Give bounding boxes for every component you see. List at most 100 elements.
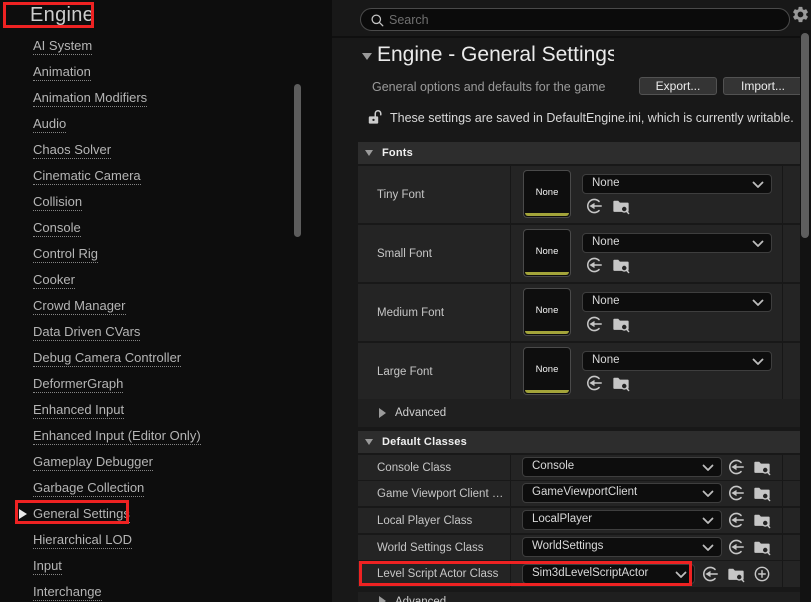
setting-label: Small Font [377, 248, 432, 260]
browse-to-asset-icon[interactable] [753, 458, 771, 476]
class-dropdown[interactable]: WorldSettings [522, 537, 722, 557]
use-selected-asset-icon[interactable] [585, 256, 603, 274]
sidebar-item-enhanced-input[interactable]: Enhanced Input [0, 397, 292, 423]
use-selected-asset-icon[interactable] [701, 565, 719, 583]
class-dropdown[interactable]: Sim3dLevelScriptActor [522, 564, 695, 584]
browse-to-asset-icon[interactable] [753, 511, 771, 529]
collapse-title-icon[interactable] [362, 53, 372, 60]
sidebar-item-crowd-manager[interactable]: Crowd Manager [0, 293, 292, 319]
chevron-down-icon [752, 358, 764, 366]
section-header-default-classes[interactable]: Default Classes [358, 431, 800, 453]
chevron-down-icon [702, 517, 714, 525]
browse-to-asset-icon[interactable] [612, 374, 630, 392]
asset-type-color-bar [525, 272, 569, 275]
setting-label: Console Class [377, 462, 451, 474]
use-selected-asset-icon[interactable] [585, 197, 603, 215]
browse-to-asset-icon[interactable] [612, 256, 630, 274]
use-selected-asset-icon[interactable] [727, 511, 745, 529]
sidebar-item-interchange[interactable]: Interchange [0, 579, 292, 602]
chevron-down-icon [702, 490, 714, 498]
sidebar-item-cinematic-camera[interactable]: Cinematic Camera [0, 163, 292, 189]
use-selected-asset-icon[interactable] [727, 458, 745, 476]
sidebar-item-input[interactable]: Input [0, 553, 292, 579]
sidebar-item-gameplay-debugger[interactable]: Gameplay Debugger [0, 449, 292, 475]
import-button[interactable]: Import... [723, 77, 803, 95]
sidebar-item-general-settings[interactable]: General Settings [0, 501, 292, 527]
browse-to-asset-icon[interactable] [612, 197, 630, 215]
setting-row-level-script-actor-class: Level Script Actor Class Sim3dLevelScrip… [358, 561, 800, 587]
use-selected-asset-icon[interactable] [727, 484, 745, 502]
search-icon [370, 13, 385, 28]
browse-to-asset-icon[interactable] [727, 565, 745, 583]
sidebar-item-data-driven-cvars[interactable]: Data Driven CVars [0, 319, 292, 345]
asset-thumbnail[interactable]: None [523, 347, 571, 395]
page-title: Engine - General Settings [377, 43, 614, 67]
chevron-down-icon [702, 464, 714, 472]
asset-dropdown[interactable]: None [582, 351, 772, 371]
collapse-section-icon [365, 439, 373, 445]
search-input[interactable] [389, 9, 779, 30]
asset-thumbnail[interactable]: None [523, 288, 571, 336]
add-element-icon[interactable] [753, 565, 771, 583]
asset-thumbnail[interactable]: None [523, 229, 571, 277]
advanced-expander-classes[interactable]: Advanced [358, 592, 800, 602]
setting-label: Tiny Font [377, 189, 425, 201]
setting-row-small-font: Small Font None None [358, 225, 800, 282]
sidebar-item-audio[interactable]: Audio [0, 111, 292, 137]
sidebar-section-title: Engine [30, 4, 94, 27]
browse-to-asset-icon[interactable] [753, 484, 771, 502]
class-dropdown[interactable]: LocalPlayer [522, 510, 722, 530]
sidebar-scrollbar-thumb[interactable] [294, 84, 301, 237]
setting-label: Large Font [377, 366, 433, 378]
settings-category-sidebar: Engine AI System Animation Animation Mod… [0, 0, 332, 602]
use-selected-asset-icon[interactable] [585, 315, 603, 333]
sidebar-item-animation[interactable]: Animation [0, 59, 292, 85]
sidebar-item-garbage-collection[interactable]: Garbage Collection [0, 475, 292, 501]
use-selected-asset-icon[interactable] [585, 374, 603, 392]
setting-label: World Settings Class [377, 542, 484, 554]
asset-type-color-bar [525, 213, 569, 216]
sidebar-item-enhanced-input-editor-only[interactable]: Enhanced Input (Editor Only) [0, 423, 292, 449]
sidebar-item-console[interactable]: Console [0, 215, 292, 241]
gear-icon[interactable] [791, 5, 810, 24]
setting-row-local-player-class: Local Player Class LocalPlayer [358, 508, 800, 533]
setting-row-game-viewport-client-class: Game Viewport Client Class GameViewportC… [358, 481, 800, 506]
page-subtitle: General options and defaults for the gam… [372, 80, 609, 94]
sidebar-item-debug-camera-controller[interactable]: Debug Camera Controller [0, 345, 292, 371]
sidebar-item-deformergraph[interactable]: DeformerGraph [0, 371, 292, 397]
unlocked-padlock-icon [367, 107, 383, 127]
sidebar-item-control-rig[interactable]: Control Rig [0, 241, 292, 267]
chevron-down-icon [752, 299, 764, 307]
section-header-fonts[interactable]: Fonts [358, 142, 800, 164]
sidebar-item-hierarchical-lod[interactable]: Hierarchical LOD [0, 527, 292, 553]
expand-triangle-icon [379, 408, 386, 418]
advanced-expander-fonts[interactable]: Advanced [358, 399, 800, 427]
sidebar-item-cooker[interactable]: Cooker [0, 267, 292, 293]
sidebar-item-ai-system[interactable]: AI System [0, 33, 292, 59]
setting-label: Level Script Actor Class [377, 568, 498, 580]
expand-triangle-icon [379, 596, 386, 602]
chevron-down-icon [752, 240, 764, 248]
class-dropdown[interactable]: GameViewportClient [522, 483, 722, 503]
setting-row-console-class: Console Class Console [358, 455, 800, 480]
class-dropdown[interactable]: Console [522, 457, 722, 477]
toolbar-divider [332, 36, 811, 38]
asset-dropdown[interactable]: None [582, 174, 772, 194]
sidebar-item-collision[interactable]: Collision [0, 189, 292, 215]
setting-row-world-settings-class: World Settings Class WorldSettings [358, 535, 800, 560]
sidebar-item-chaos-solver[interactable]: Chaos Solver [0, 137, 292, 163]
chevron-down-icon [752, 181, 764, 189]
sidebar-item-animation-modifiers[interactable]: Animation Modifiers [0, 85, 292, 111]
asset-type-color-bar [525, 331, 569, 334]
asset-dropdown[interactable]: None [582, 292, 772, 312]
search-bar[interactable] [360, 8, 790, 31]
export-button[interactable]: Export... [639, 77, 717, 95]
browse-to-asset-icon[interactable] [753, 538, 771, 556]
asset-thumbnail[interactable]: None [523, 170, 571, 218]
sidebar-category-list: AI System Animation Animation Modifiers … [0, 33, 292, 602]
setting-label: Medium Font [377, 307, 444, 319]
browse-to-asset-icon[interactable] [612, 315, 630, 333]
panel-scrollbar-thumb[interactable] [801, 33, 809, 238]
use-selected-asset-icon[interactable] [727, 538, 745, 556]
asset-dropdown[interactable]: None [582, 233, 772, 253]
